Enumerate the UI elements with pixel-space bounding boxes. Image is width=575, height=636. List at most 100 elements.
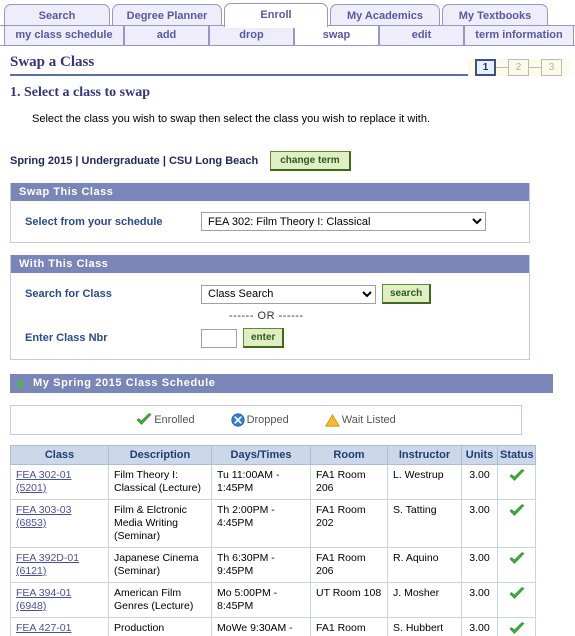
- with-panel-title: With This Class: [11, 255, 529, 273]
- class-search-dropdown[interactable]: Class Search: [201, 284, 376, 304]
- cell-days-times: Th 2:00PM - 4:45PM: [211, 499, 311, 548]
- subtab-drop[interactable]: drop: [209, 26, 294, 45]
- class-link[interactable]: FEA 392D-01: [16, 552, 103, 565]
- change-term-button[interactable]: change term: [270, 151, 351, 171]
- step-1[interactable]: 1: [475, 58, 496, 76]
- cell-status: [497, 582, 536, 618]
- select-schedule-label: Select from your schedule: [25, 215, 163, 228]
- subtab-add[interactable]: add: [124, 26, 209, 45]
- search-for-class-row: Search for Class Class Search search: [11, 282, 529, 306]
- class-schedule-section-header[interactable]: My Spring 2015 Class Schedule: [10, 374, 553, 393]
- cell-instructor: R. Aquino: [387, 547, 462, 583]
- cell-instructor: J. Mosher: [387, 582, 462, 618]
- cell-status: [497, 499, 536, 548]
- with-panel-body: Search for Class Class Search search ---…: [11, 273, 529, 359]
- green-check-icon: [509, 622, 524, 634]
- step-connector-2: [529, 58, 541, 76]
- class-nbr-link[interactable]: (6121): [16, 565, 103, 578]
- step-3[interactable]: 3: [541, 58, 562, 76]
- swap-this-class-panel: Swap This Class Select from your schedul…: [10, 183, 530, 243]
- cell-units: 3.00: [461, 617, 498, 636]
- cell-status: [497, 464, 536, 500]
- class-schedule-section-title: My Spring 2015 Class Schedule: [33, 377, 216, 389]
- legend-dropped: Dropped: [230, 413, 289, 427]
- legend-dropped-label: Dropped: [246, 414, 289, 426]
- cell-days-times: MoWe 9:30AM - 10:45AM: [211, 617, 311, 636]
- class-nbr-input[interactable]: [201, 328, 237, 348]
- subtab-edit[interactable]: edit: [379, 26, 464, 45]
- swap-panel-title: Swap This Class: [11, 183, 529, 201]
- subtab-swap[interactable]: swap: [294, 26, 379, 45]
- tab-my-textbooks[interactable]: My Textbooks: [442, 4, 548, 27]
- step-2[interactable]: 2: [508, 58, 529, 76]
- col-description: Description: [108, 445, 212, 465]
- cell-units: 3.00: [461, 499, 498, 548]
- orange-triangle-icon: [324, 413, 340, 427]
- tab-enroll[interactable]: Enroll: [224, 3, 328, 28]
- step-heading: 1. Select a class to swap: [10, 85, 150, 100]
- step-cap-right: [562, 58, 569, 76]
- tab-my-academics[interactable]: My Academics: [330, 4, 440, 27]
- table-row: FEA 302-01 (5201) Film Theory I: Classical…: [10, 464, 536, 500]
- enter-class-nbr-row: Enter Class Nbr enter: [11, 326, 529, 350]
- subtab-my-class-schedule[interactable]: my class schedule: [4, 26, 124, 45]
- cell-class: FEA 394-01 (6948): [10, 582, 109, 618]
- select-from-schedule-dropdown[interactable]: FEA 302: Film Theory I: Classical: [201, 212, 486, 231]
- legend-wait-listed-label: Wait Listed: [341, 414, 396, 426]
- select-schedule-row: Select from your schedule FEA 302: Film …: [11, 210, 529, 233]
- tab-degree-planner[interactable]: Degree Planner: [112, 4, 222, 27]
- tab-search[interactable]: Search: [4, 4, 110, 27]
- cell-instructor: L. Westrup: [387, 464, 462, 500]
- col-days-times: Days/Times: [211, 445, 311, 465]
- status-legend: Enrolled Dropped Wait Listed: [10, 405, 522, 435]
- legend-enrolled: Enrolled: [136, 413, 195, 427]
- class-link[interactable]: FEA 394-01: [16, 587, 103, 600]
- subtab-term-information[interactable]: term information: [464, 26, 574, 45]
- step-cap-left: [468, 58, 475, 76]
- title-divider: [10, 74, 480, 76]
- search-button[interactable]: search: [382, 284, 432, 304]
- term-line: Spring 2015 | Undergraduate | CSU Long B…: [10, 151, 565, 171]
- class-nbr-link[interactable]: (6853): [16, 517, 103, 530]
- class-nbr-link[interactable]: (6948): [16, 600, 103, 613]
- sub-tab-bar: my class schedule add drop swap edit term inf…: [0, 26, 575, 46]
- cell-description: Film & Elctronic Media Writing (Seminar): [108, 499, 212, 548]
- col-class: Class: [10, 445, 109, 465]
- cell-class: FEA 427-01(5330): [10, 617, 109, 636]
- table-head: Class Description Days/Times Room Instru…: [10, 445, 536, 465]
- class-nbr-link[interactable]: (5201): [16, 482, 103, 495]
- col-units: Units: [461, 445, 498, 465]
- class-link[interactable]: FEA 427-01: [16, 622, 103, 635]
- cell-status: [497, 617, 536, 636]
- blue-x-circle-icon: [230, 413, 245, 427]
- cell-status: [497, 547, 536, 583]
- cell-room: FA1 Room 206: [310, 547, 388, 583]
- cell-room: FA1 Room 206: [310, 617, 388, 636]
- term-label: Spring 2015 | Undergraduate | CSU Long B…: [10, 155, 259, 167]
- cell-days-times: Mo 5:00PM - 8:45PM: [211, 582, 311, 618]
- cell-days-times: Th 6:30PM - 9:45PM: [211, 547, 311, 583]
- cell-description: Film Theory I: Classical (Lecture): [108, 464, 212, 500]
- table-header-row: Class Description Days/Times Room Instru…: [10, 445, 536, 465]
- class-nbr-label: Enter Class Nbr: [25, 332, 108, 344]
- class-schedule-table: Class Description Days/Times Room Instru…: [10, 445, 536, 636]
- expand-triangle-icon[interactable]: [18, 378, 25, 389]
- col-room: Room: [310, 445, 388, 465]
- table-row: FEA 394-01 (6948) American Film Genres (Le…: [10, 582, 536, 618]
- col-instructor: Instructor: [387, 445, 462, 465]
- cell-room: FA1 Room 206: [310, 464, 388, 500]
- legend-wait-listed: Wait Listed: [324, 413, 396, 427]
- green-check-icon: [136, 413, 152, 425]
- swap-panel-body: Select from your schedule FEA 302: Film …: [11, 201, 529, 242]
- cell-class: FEA 303-03 (6853): [10, 499, 109, 548]
- class-link[interactable]: FEA 302-01: [16, 469, 103, 482]
- or-separator: ------ OR ------: [229, 310, 304, 322]
- col-status: Status: [497, 445, 536, 465]
- class-link[interactable]: FEA 303-03: [16, 504, 103, 517]
- legend-enrolled-label: Enrolled: [154, 414, 195, 426]
- enter-button[interactable]: enter: [243, 328, 285, 348]
- cell-room: UT Room 108: [310, 582, 388, 618]
- green-check-icon: [509, 552, 524, 564]
- green-check-icon: [509, 587, 524, 599]
- step-connector-1: [496, 58, 508, 76]
